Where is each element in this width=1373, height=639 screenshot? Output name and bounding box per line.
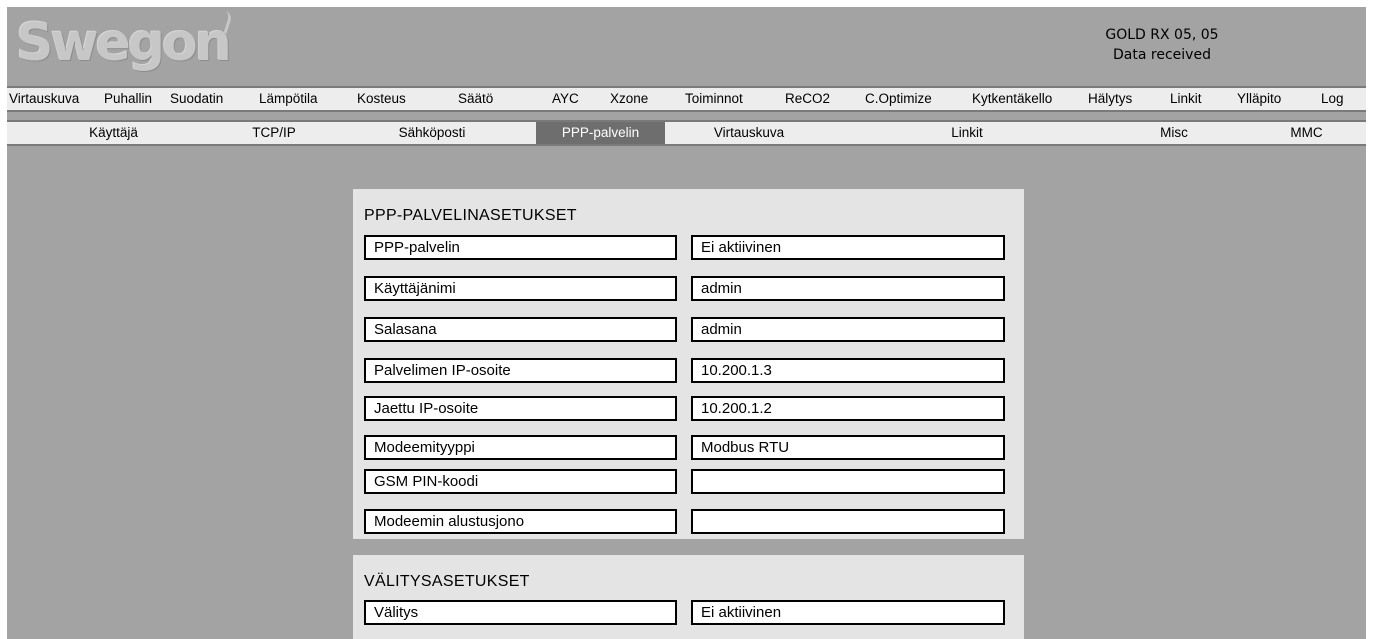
device-info: GOLD RX 05, 05 Data received: [1047, 25, 1277, 65]
shared-ip-field[interactable]: 10.200.1.2: [691, 396, 1005, 421]
nav-toiminnot[interactable]: Toiminnot: [685, 88, 743, 110]
nav-kytkentakello[interactable]: Kytkentäkello: [972, 88, 1052, 110]
ppp-settings-title: PPP-PALVELINASETUKSET: [364, 207, 577, 224]
label-valitys: Välitys: [364, 600, 677, 625]
nav-virtauskuva[interactable]: Virtauskuva: [9, 88, 79, 110]
nav-ayc[interactable]: AYC: [552, 88, 579, 110]
label-gsm-pin: GSM PIN-koodi: [364, 469, 677, 494]
gsm-pin-field[interactable]: [691, 469, 1005, 494]
subtab-kayttaja[interactable]: Käyttäjä: [7, 122, 220, 144]
label-ppp-palvelin: PPP-palvelin: [364, 235, 677, 260]
nav-xzone[interactable]: Xzone: [610, 88, 648, 110]
nav-reco2[interactable]: ReCO2: [785, 88, 830, 110]
app-frame: Swegon GOLD RX 05, 05 Data received Virt…: [7, 7, 1366, 639]
nav-coptimize[interactable]: C.Optimize: [865, 88, 932, 110]
nav-halytys[interactable]: Hälytys: [1088, 88, 1132, 110]
sub-nav: Käyttäjä TCP/IP Sähköposti PPP-palvelin …: [7, 120, 1366, 146]
swegon-logo: Swegon: [16, 13, 232, 73]
label-kayttajanimi: Käyttäjänimi: [364, 276, 677, 301]
nav-puhallin[interactable]: Puhallin: [104, 88, 152, 110]
nav-suodatin[interactable]: Suodatin: [170, 88, 223, 110]
connection-status: Data received: [1113, 47, 1211, 63]
label-modeemityyppi: Modeemityyppi: [364, 435, 677, 460]
main-nav: Virtauskuva Puhallin Suodatin Lämpötila …: [7, 86, 1366, 112]
label-palvelimen-ip: Palvelimen IP-osoite: [364, 358, 677, 383]
label-jaettu-ip: Jaettu IP-osoite: [364, 396, 677, 421]
subtab-tcpip[interactable]: TCP/IP: [220, 122, 328, 144]
nav-lampotila[interactable]: Lämpötila: [259, 88, 318, 110]
subtab-virtauskuva[interactable]: Virtauskuva: [665, 122, 833, 144]
nav-log[interactable]: Log: [1321, 88, 1344, 110]
nav-yllapito[interactable]: Ylläpito: [1237, 88, 1281, 110]
subtab-mmc[interactable]: MMC: [1247, 122, 1366, 144]
relay-settings-title: VÄLITYSASETUKSET: [364, 573, 530, 590]
ppp-settings-panel: PPP-PALVELINASETUKSET PPP-palvelin Ei ak…: [353, 189, 1024, 539]
subtab-misc[interactable]: Misc: [1101, 122, 1247, 144]
server-ip-field[interactable]: 10.200.1.3: [691, 358, 1005, 383]
relay-field[interactable]: Ei aktiivinen: [691, 600, 1005, 625]
ppp-server-field[interactable]: Ei aktiivinen: [691, 235, 1005, 260]
label-modeemin-alustusjono: Modeemin alustusjono: [364, 509, 677, 534]
username-field[interactable]: admin: [691, 276, 1005, 301]
subtab-linkit[interactable]: Linkit: [833, 122, 1101, 144]
modem-type-field[interactable]: Modbus RTU: [691, 435, 1005, 460]
relay-settings-panel: VÄLITYSASETUKSET Välitys Ei aktiivinen: [353, 555, 1024, 639]
nav-kosteus[interactable]: Kosteus: [357, 88, 406, 110]
label-salasana: Salasana: [364, 317, 677, 342]
device-name: GOLD RX 05, 05: [1105, 27, 1219, 43]
subtab-sahkoposti[interactable]: Sähköposti: [328, 122, 536, 144]
password-field[interactable]: admin: [691, 317, 1005, 342]
nav-linkit[interactable]: Linkit: [1170, 88, 1202, 110]
nav-saato[interactable]: Säätö: [458, 88, 493, 110]
header: Swegon GOLD RX 05, 05 Data received: [7, 7, 1366, 86]
subtab-ppp-palvelin[interactable]: PPP-palvelin: [536, 122, 665, 144]
modem-init-string-field[interactable]: [691, 509, 1005, 534]
